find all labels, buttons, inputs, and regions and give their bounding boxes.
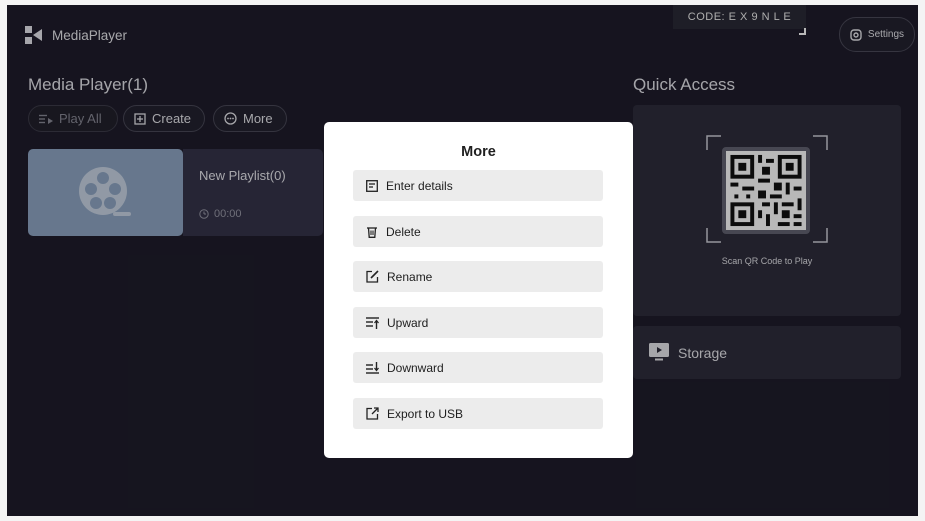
create-label: Create bbox=[152, 111, 192, 126]
export-usb-label: Export to USB bbox=[387, 406, 464, 421]
details-icon bbox=[366, 179, 378, 192]
clock-icon bbox=[199, 209, 209, 219]
storage-label: Storage bbox=[678, 345, 728, 361]
gear-icon bbox=[850, 28, 862, 41]
export-icon bbox=[366, 407, 379, 420]
playlist-thumbnail[interactable] bbox=[28, 149, 183, 236]
edit-icon bbox=[366, 270, 379, 283]
create-button[interactable]: Create bbox=[123, 105, 205, 132]
enter-details-label: Enter details bbox=[386, 178, 453, 193]
app-logo-icon bbox=[25, 26, 42, 44]
rename-button[interactable]: Rename bbox=[353, 261, 603, 292]
playlist-item[interactable]: New Playlist(0) 00:00 bbox=[183, 149, 323, 236]
trash-icon bbox=[367, 226, 377, 238]
quick-access-panel: Scan QR Code to Play bbox=[633, 105, 901, 316]
quick-access-title: Quick Access bbox=[633, 75, 736, 94]
code-corner-mark bbox=[799, 28, 806, 35]
downward-label: Downward bbox=[387, 360, 444, 375]
duration-text: 00:00 bbox=[214, 208, 242, 220]
playlist-play-icon bbox=[39, 114, 53, 124]
device-code: CODE: E X 9 N L E bbox=[673, 5, 806, 29]
scan-qr-text: Scan QR Code to Play bbox=[721, 256, 813, 266]
storage-button[interactable]: Storage bbox=[633, 326, 901, 379]
play-all-button[interactable]: Play All bbox=[28, 105, 118, 132]
film-reel-icon bbox=[79, 167, 131, 216]
qr-code-icon[interactable] bbox=[722, 147, 810, 234]
export-usb-button[interactable]: Export to USB bbox=[353, 398, 603, 429]
more-circle-icon bbox=[224, 112, 237, 125]
upward-label: Upward bbox=[387, 315, 429, 330]
delete-button[interactable]: Delete bbox=[353, 216, 603, 247]
playlist-duration: 00:00 bbox=[199, 208, 242, 220]
app-title: MediaPlayer bbox=[52, 28, 128, 43]
app-window: MediaPlayer CODE: E X 9 N L E Settings M… bbox=[7, 5, 918, 516]
settings-label: Settings bbox=[867, 29, 905, 40]
move-up-icon bbox=[366, 316, 379, 329]
upward-button[interactable]: Upward bbox=[353, 307, 603, 338]
page-title: Media Player(1) bbox=[28, 75, 148, 94]
downward-button[interactable]: Downward bbox=[353, 352, 603, 383]
more-dialog: More Enter details Delete Rename Upward … bbox=[324, 122, 633, 458]
more-label: More bbox=[243, 111, 273, 126]
dialog-title: More bbox=[461, 144, 496, 160]
more-button[interactable]: More bbox=[213, 105, 287, 132]
rename-label: Rename bbox=[387, 269, 433, 284]
enter-details-button[interactable]: Enter details bbox=[353, 170, 603, 201]
settings-button[interactable]: Settings bbox=[839, 17, 915, 52]
playlist-name: New Playlist(0) bbox=[199, 168, 286, 183]
storage-icon bbox=[649, 343, 669, 361]
play-all-label: Play All bbox=[59, 111, 102, 126]
add-box-icon bbox=[134, 112, 146, 125]
move-down-icon bbox=[366, 361, 379, 374]
delete-label: Delete bbox=[386, 224, 421, 239]
